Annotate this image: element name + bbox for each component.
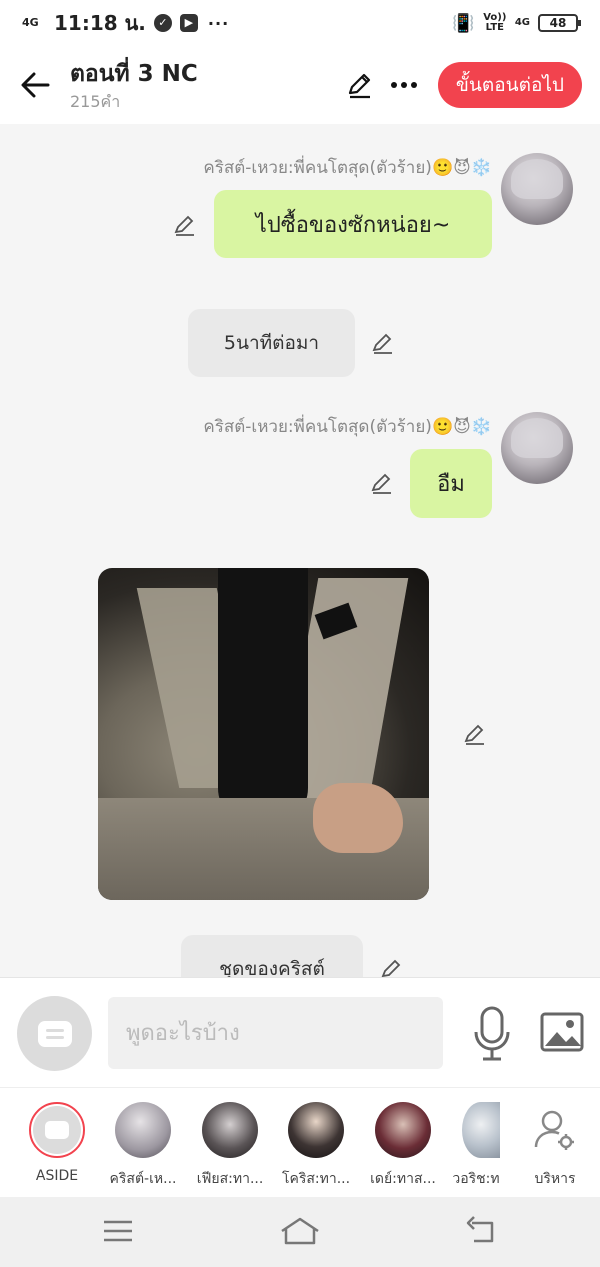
character-avatar[interactable] bbox=[501, 153, 573, 225]
more-notifications-icon: ··· bbox=[207, 13, 230, 33]
edit-pencil-icon[interactable] bbox=[369, 470, 395, 496]
battery-icon: 48 bbox=[538, 14, 581, 32]
microphone-icon[interactable] bbox=[472, 1006, 512, 1062]
word-count: 215คำ bbox=[70, 92, 121, 111]
battery-level: 48 bbox=[549, 16, 567, 30]
status-bar: 4G 11:18 น. ✓ ▶ ··· 📳 Vo)) LTE 4G 48 bbox=[0, 0, 600, 46]
narration-bubble[interactable]: ชุดของคริสต์ bbox=[181, 935, 363, 977]
menu-icon[interactable] bbox=[98, 1213, 138, 1249]
character-item[interactable]: โคริส:ทา... bbox=[273, 1102, 359, 1190]
character-item[interactable]: วอริช:ท bbox=[436, 1102, 516, 1190]
back-icon[interactable] bbox=[462, 1213, 502, 1249]
title-block: ตอนที่ 3 NC 215คำ bbox=[70, 57, 338, 113]
system-navbar bbox=[0, 1197, 600, 1267]
avatar bbox=[202, 1102, 258, 1158]
more-options-icon[interactable] bbox=[382, 63, 426, 107]
avatar bbox=[115, 1102, 171, 1158]
edit-pencil-icon[interactable] bbox=[379, 956, 405, 977]
character-name: คริสต์-เห... bbox=[109, 1171, 177, 1187]
edit-pencil-icon[interactable] bbox=[462, 721, 488, 747]
outfit-photo[interactable] bbox=[98, 568, 429, 900]
speech-bubble[interactable]: ไปซื้อของซักหน่อย~ bbox=[214, 190, 492, 258]
page-title: ตอนที่ 3 NC bbox=[70, 61, 198, 87]
character-item[interactable]: เดย์:ทาส... bbox=[360, 1102, 446, 1190]
character-aside[interactable]: ASIDE bbox=[14, 1102, 100, 1184]
status-time: 11:18 น. bbox=[54, 11, 146, 35]
character-selector: ASIDE คริสต์-เห... เฟียส:ทา... โคริส:ทา.… bbox=[0, 1087, 600, 1197]
person-settings-icon bbox=[527, 1102, 583, 1158]
composer-bar bbox=[0, 977, 600, 1087]
message-input[interactable] bbox=[108, 997, 443, 1069]
edit-pencil-icon[interactable] bbox=[172, 212, 198, 238]
vibrate-icon: 📳 bbox=[452, 12, 475, 34]
aside-icon bbox=[29, 1102, 85, 1158]
sender-name: คริสต์-เหวย:พี่คนโตสุด(ตัวร้าย)🙂😈❄️ bbox=[203, 158, 492, 178]
avatar bbox=[288, 1102, 344, 1158]
avatar bbox=[462, 1102, 500, 1158]
character-name: ASIDE bbox=[35, 1168, 79, 1184]
character-name: วอริช:ท bbox=[452, 1171, 500, 1187]
check-badge-icon: ✓ bbox=[153, 14, 172, 32]
narration-bubble[interactable]: 5นาทีต่อมา bbox=[188, 309, 355, 377]
youtube-icon: ▶ bbox=[179, 14, 198, 32]
app-header: ตอนที่ 3 NC 215คำ ขั้นตอนต่อไป bbox=[0, 46, 600, 124]
character-item[interactable]: เฟียส:ทา... bbox=[187, 1102, 273, 1190]
speech-bubble[interactable]: อืม bbox=[410, 449, 492, 518]
network-signal-icon: 4G bbox=[22, 16, 39, 29]
chat-area[interactable]: คริสต์-เหวย:พี่คนโตสุด(ตัวร้าย)🙂😈❄️ ไปซื… bbox=[0, 124, 600, 977]
network-type-icon: 4G bbox=[514, 17, 530, 28]
avatar bbox=[375, 1102, 431, 1158]
admin-button[interactable]: บริหาร bbox=[512, 1102, 598, 1190]
edit-pencil-icon[interactable] bbox=[370, 330, 396, 356]
keyboard-toggle-button[interactable] bbox=[17, 996, 92, 1071]
character-item[interactable]: คริสต์-เห... bbox=[100, 1102, 186, 1190]
character-name: เดย์:ทาส... bbox=[370, 1171, 436, 1187]
sender-name: คริสต์-เหวย:พี่คนโตสุด(ตัวร้าย)🙂😈❄️ bbox=[203, 417, 492, 437]
back-arrow-icon[interactable] bbox=[0, 46, 70, 124]
character-name: โคริส:ทา... bbox=[281, 1171, 351, 1187]
character-name: บริหาร bbox=[534, 1171, 576, 1187]
character-avatar[interactable] bbox=[501, 412, 573, 484]
character-name: เฟียส:ทา... bbox=[196, 1171, 264, 1187]
home-icon[interactable] bbox=[280, 1213, 320, 1249]
edit-pencil-icon[interactable] bbox=[338, 63, 382, 107]
message-icon bbox=[37, 1020, 72, 1047]
volte-indicator: Vo)) LTE bbox=[483, 12, 507, 33]
image-icon[interactable] bbox=[540, 1012, 584, 1052]
next-step-button[interactable]: ขั้นตอนต่อไป bbox=[437, 62, 582, 108]
